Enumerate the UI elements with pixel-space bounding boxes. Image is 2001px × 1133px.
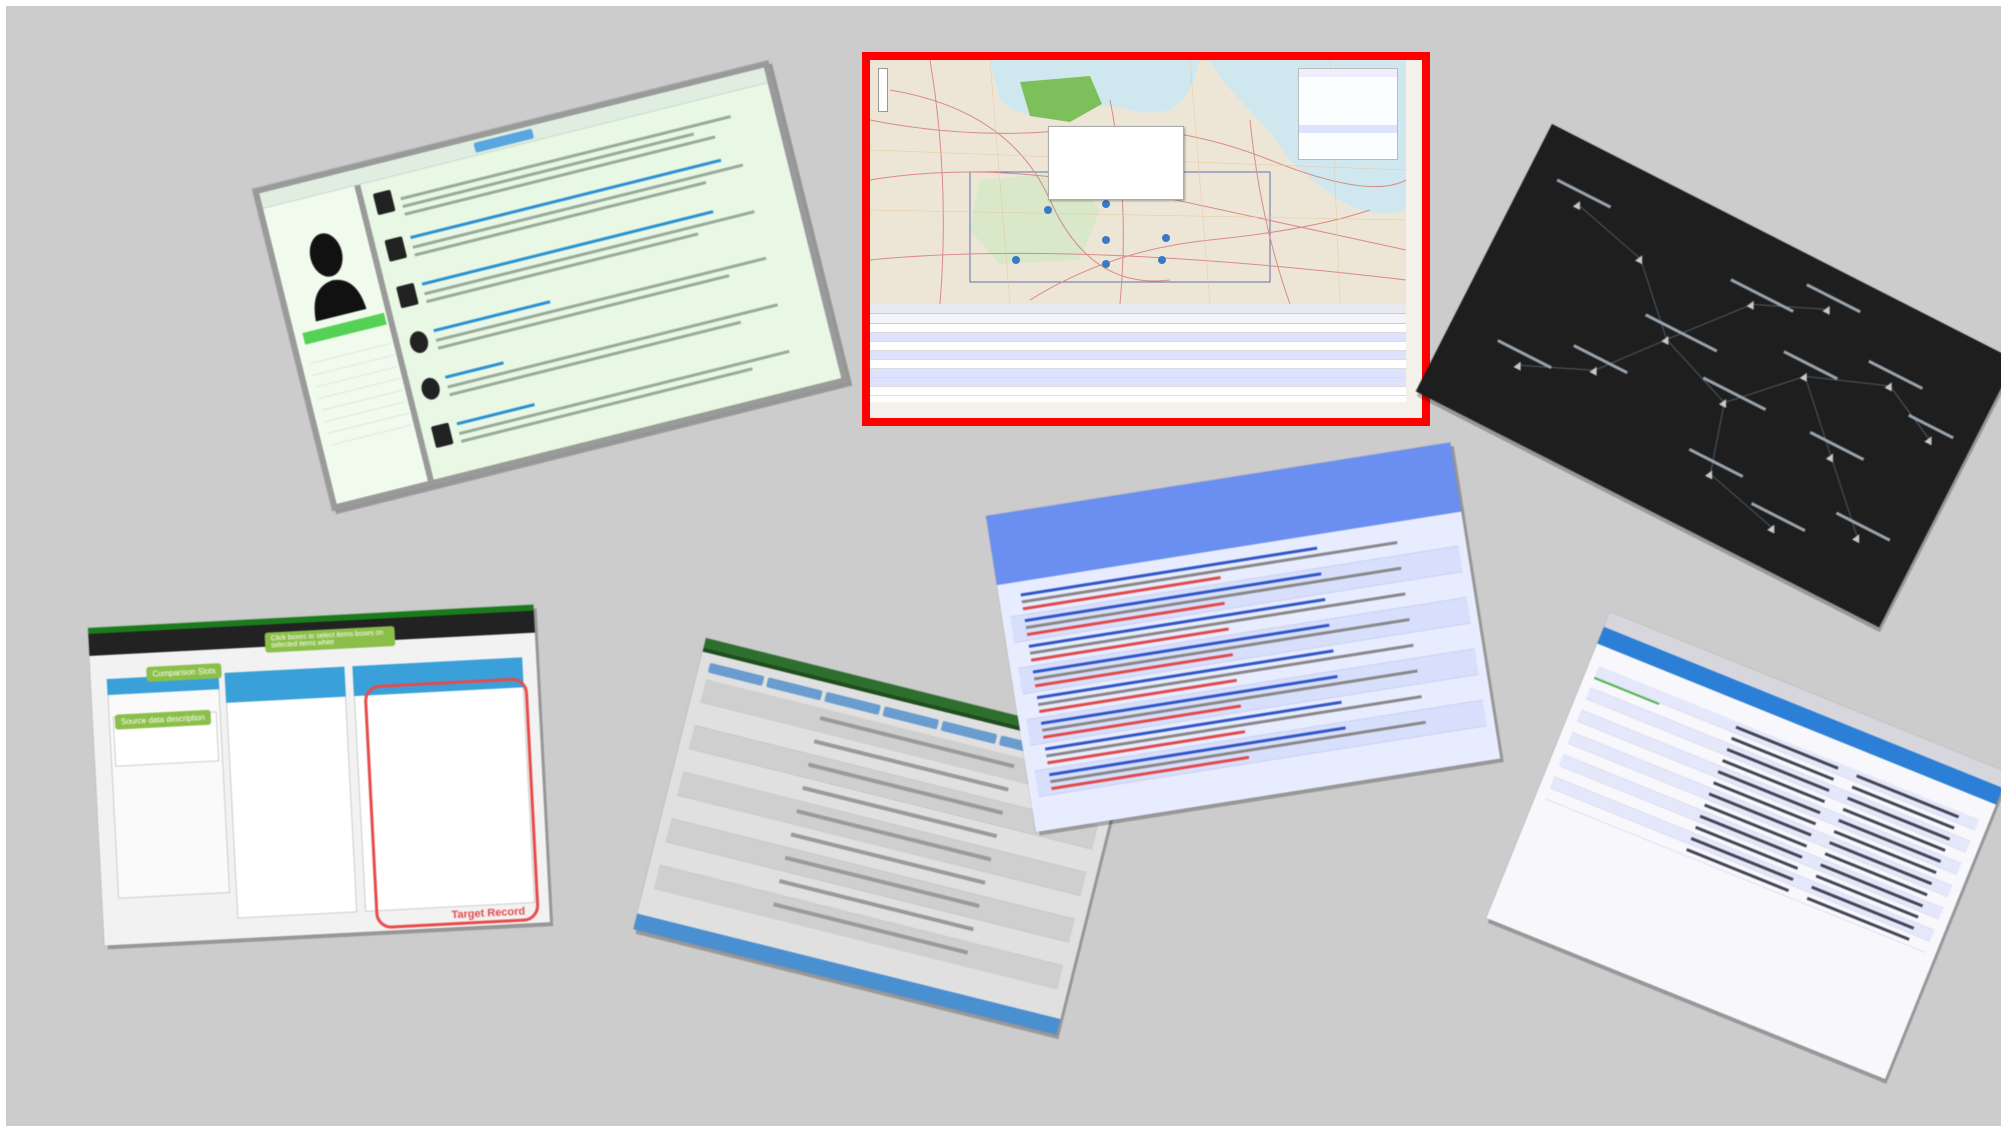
list-icon <box>384 236 408 262</box>
table-row[interactable] <box>870 342 1406 351</box>
table-row[interactable] <box>870 387 1406 396</box>
target-record-highlight <box>363 677 540 930</box>
source-record-header <box>224 666 346 703</box>
screenshot-record-properties[interactable] <box>1486 612 2001 1080</box>
screenshot-network-graph[interactable] <box>1415 124 2001 628</box>
table-header <box>870 304 1406 314</box>
table-row[interactable] <box>870 324 1406 333</box>
source-panel <box>106 673 231 899</box>
network-graph[interactable] <box>1416 124 2001 627</box>
screenshot-record-comparison[interactable]: Target Record Comparison Slots Source da… <box>88 604 551 946</box>
feature-popup <box>1048 126 1184 200</box>
table-row[interactable] <box>870 360 1406 369</box>
calculator-icon <box>430 422 454 449</box>
collage-canvas: Target Record Comparison Slots Source da… <box>6 6 2001 1126</box>
record-title <box>1602 653 1606 660</box>
table-row[interactable] <box>870 369 1406 378</box>
map-view[interactable] <box>870 60 1406 304</box>
table-columns <box>870 314 1406 324</box>
profile-attributes <box>307 332 412 446</box>
list-icon <box>396 282 419 309</box>
screenshot-search-results[interactable] <box>986 442 1501 833</box>
results-table <box>870 304 1406 402</box>
app-brand <box>97 641 100 651</box>
table-row[interactable] <box>870 378 1406 387</box>
table-row[interactable] <box>870 333 1406 342</box>
screenshot-profile-page[interactable] <box>252 60 849 512</box>
screenshot-map-selected[interactable] <box>862 52 1430 426</box>
table-row[interactable] <box>870 351 1406 360</box>
document-icon <box>372 189 396 216</box>
layer-panel[interactable] <box>1298 68 1398 160</box>
person-silhouette-icon <box>309 233 367 322</box>
person-icon <box>419 375 443 402</box>
zoom-control[interactable] <box>878 68 888 112</box>
app-title <box>1624 640 1628 647</box>
source-record <box>224 666 358 919</box>
person-icon <box>407 329 431 355</box>
